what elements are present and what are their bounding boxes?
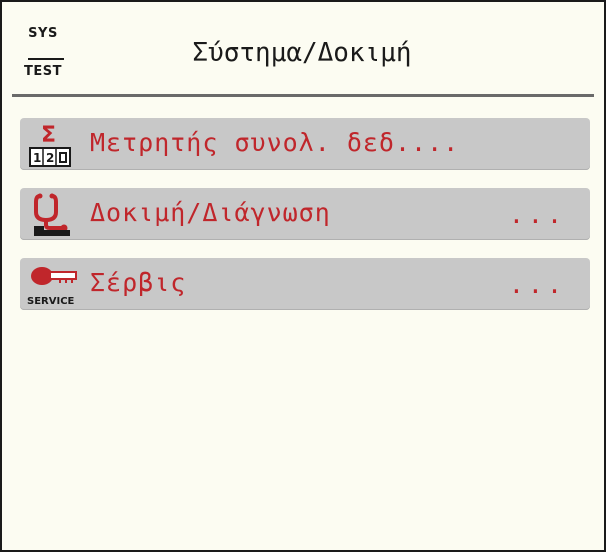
- service-key-icon: SERVICE: [26, 262, 84, 308]
- header: SYS TEST Σύστημα/Δοκιμή: [2, 2, 604, 92]
- menu-item-label: Δοκιμή/Διάγνωση: [90, 198, 331, 227]
- screen: SYS TEST Σύστημα/Δοκιμή Σ 1 2 Μετρητής σ…: [0, 0, 606, 552]
- svg-text:2: 2: [46, 151, 54, 165]
- service-icon-text: SERVICE: [27, 296, 75, 307]
- header-divider: [12, 94, 594, 97]
- test-label: TEST: [24, 64, 62, 79]
- menu-item-ellipsis: ...: [508, 270, 566, 299]
- menu-item-test-diagnosis[interactable]: Δοκιμή/Διάγνωση ...: [20, 188, 590, 240]
- stethoscope-icon: [26, 192, 84, 238]
- menu-item-service[interactable]: SERVICE Σέρβις ...: [20, 258, 590, 310]
- sys-test-divider: [28, 58, 64, 60]
- page-title: Σύστημα/Δοκιμή: [192, 38, 412, 68]
- menu-item-ellipsis: ...: [508, 200, 566, 229]
- menu-item-total-data-counter[interactable]: Σ 1 2 Μετρητής συνολ. δεδ....: [20, 118, 590, 170]
- sys-label: SYS: [28, 26, 58, 41]
- svg-text:1: 1: [33, 151, 41, 165]
- sum-counter-icon: Σ 1 2: [26, 122, 84, 168]
- menu-item-label: Μετρητής συνολ. δεδ....: [90, 128, 460, 157]
- sys-test-icon: SYS TEST: [14, 20, 72, 84]
- menu-item-label: Σέρβις: [90, 268, 187, 297]
- svg-text:Σ: Σ: [41, 123, 56, 148]
